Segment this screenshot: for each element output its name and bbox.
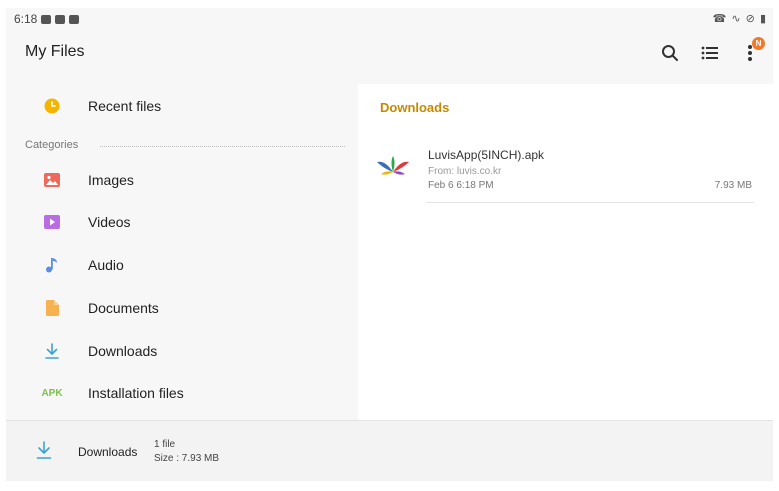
categories-header: Categories (25, 139, 345, 153)
sidebar-item-label: Installation files (88, 385, 184, 401)
more-options-button[interactable]: N (737, 37, 765, 66)
document-icon (42, 298, 62, 318)
sidebar-item-downloads[interactable]: Downloads (6, 331, 358, 371)
sidebar-item-videos[interactable]: Videos (6, 202, 358, 242)
sidebar-item-label: Images (88, 172, 134, 188)
file-source: From: luvis.co.kr (428, 166, 502, 177)
search-button[interactable] (657, 40, 683, 66)
system-status-icons: ☎ ∿ ⊘ ▮ (712, 13, 767, 25)
download-icon (42, 341, 62, 361)
categories-label: Categories (25, 139, 79, 151)
status-left: 6:18 (14, 12, 80, 26)
sidebar-item-audio[interactable]: Audio (6, 245, 358, 285)
sidebar-item-label: Videos (88, 214, 131, 230)
video-icon (42, 212, 62, 232)
download-icon (36, 441, 54, 461)
view-list-button[interactable] (697, 40, 723, 66)
list-view-icon (701, 46, 718, 60)
content-panel: Downloads LuvisApp(5INCH).apk From: luvi… (358, 84, 773, 420)
file-count: 1 file (154, 439, 176, 450)
content-title: Downloads (380, 100, 450, 115)
sidebar-item-label: Audio (88, 257, 124, 273)
sidebar-item-label: Documents (88, 300, 159, 316)
sidebar-item-label: Recent files (88, 98, 162, 114)
sidebar: Recent files Categories Images Videos Au… (6, 84, 358, 420)
total-size: Size : 7.93 MB (154, 453, 220, 464)
app-bar: My Files N (6, 30, 773, 84)
status-time: 6:18 (14, 12, 38, 26)
row-divider (426, 202, 754, 203)
file-size: 7.93 MB (714, 180, 752, 191)
gallery-notification-icon (55, 14, 66, 24)
audio-icon (42, 255, 62, 275)
categories-divider (100, 146, 345, 147)
apk-file-icon (376, 154, 410, 182)
sidebar-item-images[interactable]: Images (6, 160, 358, 200)
search-icon (662, 45, 678, 61)
sidebar-item-label: Downloads (88, 343, 158, 359)
app-notification-icon (69, 14, 80, 24)
list-item[interactable]: LuvisApp(5INCH).apk From: luvis.co.kr Fe… (374, 142, 770, 204)
sidebar-item-installation-files[interactable]: APK Installation files (6, 373, 358, 413)
notification-icon (41, 14, 52, 24)
clock-icon (42, 96, 62, 116)
bottom-bar: Downloads 1 file Size : 7.93 MB (6, 420, 773, 481)
bottom-folder-label: Downloads (78, 445, 138, 459)
file-name: LuvisApp(5INCH).apk (428, 148, 545, 162)
status-bar: 6:18 ☎ ∿ ⊘ ▮ (6, 8, 773, 30)
app-actions: N (657, 37, 765, 66)
sidebar-item-recent-files[interactable]: Recent files (6, 86, 358, 126)
status-icons: ☎ ∿ ⊘ ▮ (713, 12, 767, 25)
apk-icon: APK (41, 387, 63, 399)
image-icon (42, 170, 62, 190)
file-date: Feb 6 6:18 PM (428, 180, 494, 191)
page-title: My Files (25, 43, 85, 60)
notification-badge: N (752, 37, 765, 50)
sidebar-item-documents[interactable]: Documents (6, 288, 358, 328)
